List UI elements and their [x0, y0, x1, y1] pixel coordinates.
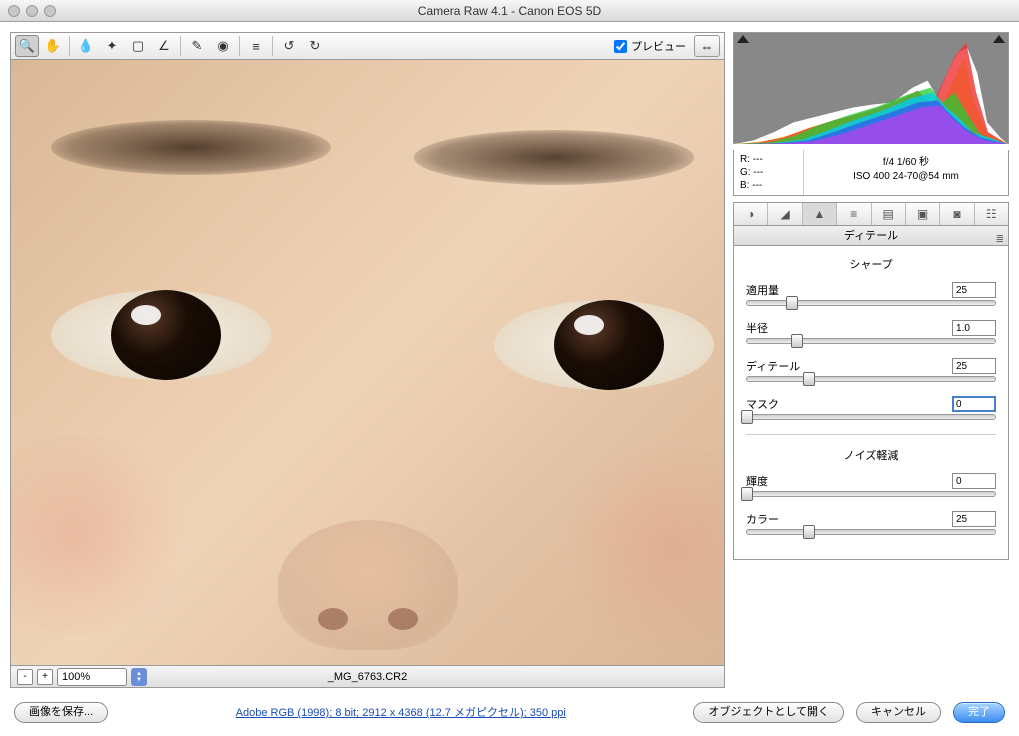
status-bar: - + ▲▼ _MG_6763.CR2 — [10, 666, 725, 688]
sharpen-section-title: シャープ — [746, 256, 996, 272]
zoom-window-button[interactable] — [44, 5, 56, 17]
white-balance-tool-icon[interactable]: 💧 — [74, 35, 98, 57]
zoom-in-button[interactable]: + — [37, 669, 53, 685]
color-input[interactable] — [952, 511, 996, 527]
color-slider[interactable] — [746, 529, 996, 535]
zoom-stepper-icon[interactable]: ▲▼ — [131, 668, 147, 686]
histogram[interactable] — [733, 32, 1009, 144]
tab-curve-icon[interactable]: ◢ — [768, 203, 802, 225]
noise-section-title: ノイズ軽減 — [746, 447, 996, 463]
retouch-tool-icon[interactable]: ✎ — [185, 35, 209, 57]
tab-hsl-icon[interactable]: ≡ — [837, 203, 871, 225]
tab-detail-icon[interactable]: ▲ — [803, 203, 837, 225]
amount-slider[interactable] — [746, 300, 996, 306]
workflow-options-link[interactable]: Adobe RGB (1998); 8 bit; 2912 x 4368 (12… — [236, 707, 566, 719]
tab-split-icon[interactable]: ▤ — [872, 203, 906, 225]
tab-camera-icon[interactable]: ◙ — [940, 203, 974, 225]
save-image-button[interactable]: 画像を保存... — [14, 702, 108, 723]
cancel-button[interactable]: キャンセル — [856, 702, 941, 723]
luminance-slider[interactable] — [746, 491, 996, 497]
preview-checkbox[interactable]: プレビュー — [614, 38, 686, 54]
radius-label: 半径 — [746, 320, 768, 336]
minimize-window-button[interactable] — [26, 5, 38, 17]
amount-label: 適用量 — [746, 282, 779, 298]
image-preview[interactable] — [10, 60, 725, 666]
preferences-tool-icon[interactable]: ≡ — [244, 35, 268, 57]
window-title: Camera Raw 4.1 - Canon EOS 5D — [0, 4, 1019, 18]
exif-line2: ISO 400 24-70@54 mm — [810, 170, 1002, 184]
tab-lens-icon[interactable]: ▣ — [906, 203, 940, 225]
panel-title: ディテール ≣ — [733, 226, 1009, 246]
rotate-ccw-icon[interactable]: ↺ — [277, 35, 301, 57]
detail-slider[interactable] — [746, 376, 996, 382]
g-value: --- — [753, 167, 763, 178]
panel-tabs: ◑ ◢ ▲ ≡ ▤ ▣ ◙ ☷ — [733, 202, 1009, 226]
exif-line1: f/4 1/60 秒 — [810, 156, 1002, 170]
mask-input[interactable] — [952, 396, 996, 412]
titlebar: Camera Raw 4.1 - Canon EOS 5D — [0, 0, 1019, 22]
r-value: --- — [753, 154, 763, 165]
zoom-level-field[interactable] — [57, 668, 127, 686]
detail-label: ディテール — [746, 358, 800, 374]
close-window-button[interactable] — [8, 5, 20, 17]
info-readout: R: --- G: --- B: --- f/4 1/60 秒 ISO 400 … — [733, 150, 1009, 196]
preview-checkbox-label: プレビュー — [631, 38, 686, 54]
preview-checkbox-input[interactable] — [614, 40, 627, 53]
zoom-out-button[interactable]: - — [17, 669, 33, 685]
zoom-tool-icon[interactable]: 🔍 — [15, 35, 39, 57]
hand-tool-icon[interactable]: ✋ — [41, 35, 65, 57]
mask-slider[interactable] — [746, 414, 996, 420]
redeye-tool-icon[interactable]: ◉ — [211, 35, 235, 57]
color-sampler-tool-icon[interactable]: ✦ — [100, 35, 124, 57]
rotate-cw-icon[interactable]: ↻ — [303, 35, 327, 57]
toolbar: 🔍 ✋ 💧 ✦ ▢ ∠ ✎ ◉ ≡ ↺ ↻ プレビュー ⇔ — [10, 32, 725, 60]
panel-flyout-icon[interactable]: ≣ — [996, 230, 1004, 250]
fullscreen-toggle-icon[interactable]: ⇔ — [694, 35, 720, 57]
crop-tool-icon[interactable]: ▢ — [126, 35, 150, 57]
tab-presets-icon[interactable]: ☷ — [975, 203, 1008, 225]
amount-input[interactable] — [952, 282, 996, 298]
tab-basic-icon[interactable]: ◑ — [734, 203, 768, 225]
b-value: --- — [752, 180, 762, 191]
done-button[interactable]: 完了 — [953, 702, 1005, 723]
footer: 画像を保存... Adobe RGB (1998); 8 bit; 2912 x… — [0, 698, 1019, 726]
radius-slider[interactable] — [746, 338, 996, 344]
straighten-tool-icon[interactable]: ∠ — [152, 35, 176, 57]
color-label: カラー — [746, 511, 779, 527]
radius-input[interactable] — [952, 320, 996, 336]
open-object-button[interactable]: オブジェクトとして開く — [693, 702, 844, 723]
luminance-input[interactable] — [952, 473, 996, 489]
detail-input[interactable] — [952, 358, 996, 374]
